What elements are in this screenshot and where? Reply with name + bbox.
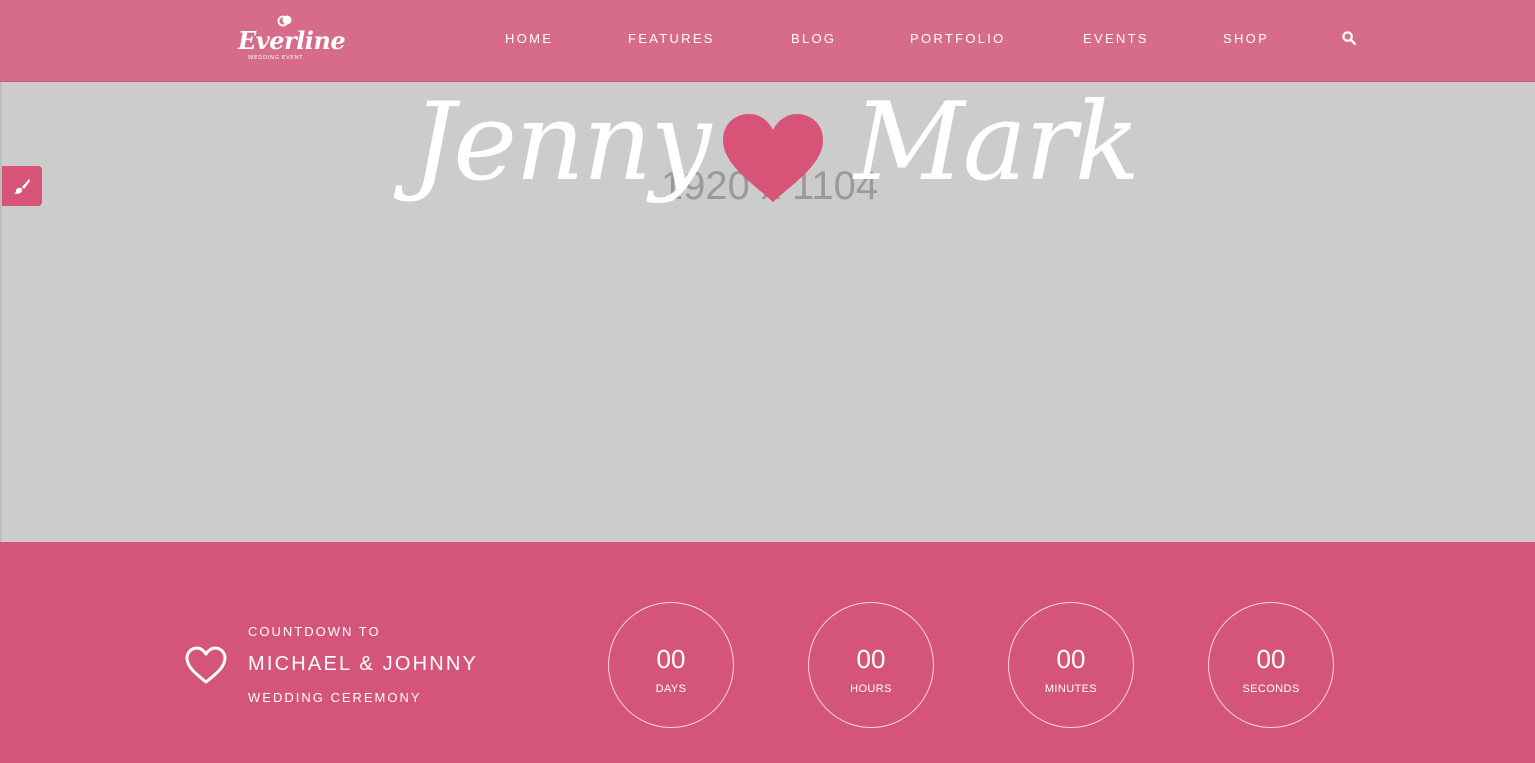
countdown-couple: MICHAEL & JOHNNY (248, 653, 479, 675)
countdown-section: COUNTDOWN TO MICHAEL & JOHNNY WEDDING CE… (0, 542, 1535, 763)
brand-logo[interactable]: Everline WEDDING EVENT (238, 14, 346, 66)
days-value: 00 (656, 644, 686, 674)
style-switcher-toggle[interactable] (2, 166, 42, 206)
heart-icon (723, 114, 823, 202)
couple-names: Jenny Mark (2, 80, 1535, 262)
search-icon[interactable] (1342, 31, 1356, 45)
site-header: Everline WEDDING EVENT HOME FEATURES BLO… (0, 0, 1535, 82)
days-label: DAYS (655, 683, 687, 695)
brand-name: Everline (238, 26, 346, 55)
nav-events[interactable]: EVENTS (1083, 31, 1149, 46)
minutes-value: 00 (1056, 644, 1086, 674)
countdown-days: 00 DAYS (608, 602, 734, 728)
nav-shop[interactable]: SHOP (1223, 31, 1269, 46)
countdown-seconds: 00 SECONDS (1208, 602, 1334, 728)
countdown-minutes: 00 MINUTES (1008, 602, 1134, 728)
hours-label: HOURS (850, 683, 892, 695)
nav-portfolio[interactable]: PORTFOLIO (910, 31, 1006, 46)
countdown-label: COUNTDOWN TO (248, 624, 381, 639)
hero-image-placeholder: 1920 x 1104 Jenny Mark (0, 80, 1535, 542)
countdown-event: WEDDING CEREMONY (248, 690, 422, 705)
name-right: Mark (854, 80, 1140, 205)
seconds-label: SECONDS (1242, 683, 1300, 695)
nav-blog[interactable]: BLOG (791, 31, 836, 46)
brand-tagline: WEDDING EVENT (248, 55, 304, 61)
heart-outline-icon (185, 646, 227, 684)
paint-brush-icon (14, 179, 30, 194)
nav-features[interactable]: FEATURES (628, 31, 715, 46)
seconds-value: 00 (1256, 644, 1286, 674)
countdown-hours: 00 HOURS (808, 602, 934, 728)
hours-value: 00 (856, 644, 886, 674)
minutes-label: MINUTES (1044, 683, 1098, 695)
nav-home[interactable]: HOME (505, 31, 553, 46)
name-left: Jenny (412, 80, 711, 205)
